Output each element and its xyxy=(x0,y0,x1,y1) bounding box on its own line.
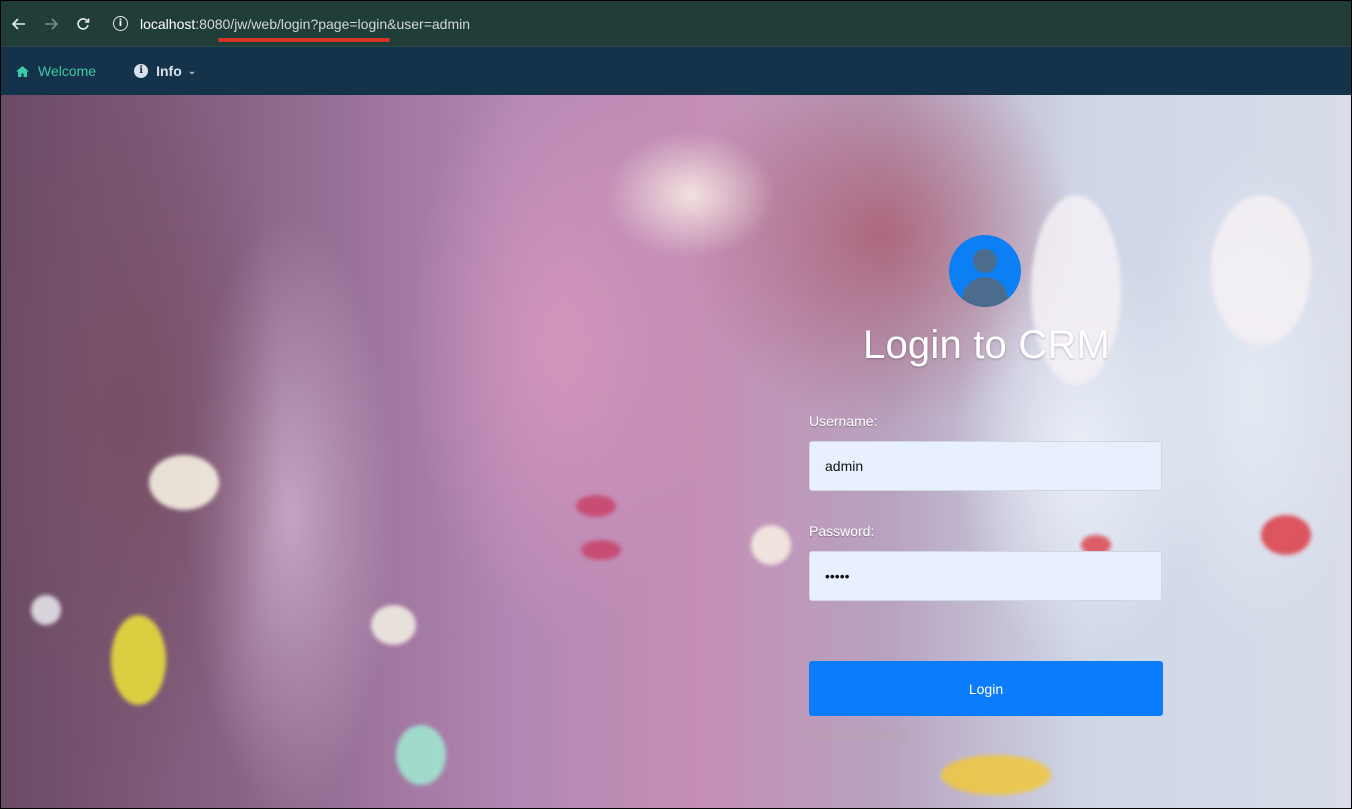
login-title: Login to CRM xyxy=(863,323,1110,367)
bokeh-light xyxy=(396,725,446,785)
site-info-icon[interactable]: i xyxy=(113,16,128,31)
url-host: localhost xyxy=(140,15,196,32)
bokeh-light xyxy=(111,615,166,705)
nav-welcome-label: Welcome xyxy=(38,63,97,79)
bokeh-light xyxy=(581,540,621,560)
reload-button[interactable] xyxy=(69,10,97,38)
address-bar[interactable]: i localhost:8080/jw/web/login?page=login… xyxy=(107,9,482,39)
avatar-head xyxy=(973,249,997,273)
bokeh-light xyxy=(576,495,616,517)
url-rest: :8080/jw/web/login?page=login&user=admin xyxy=(195,15,471,32)
forgot-password-link[interactable]: Forgot Password xyxy=(809,725,907,740)
background-image: Login to CRM Username: Password: Login F… xyxy=(1,95,1351,808)
forward-button[interactable] xyxy=(37,10,65,38)
browser-toolbar: i localhost:8080/jw/web/login?page=login… xyxy=(1,1,1351,47)
home-icon xyxy=(16,65,29,77)
username-label: Username: xyxy=(809,413,878,429)
bokeh-light xyxy=(371,605,416,645)
url-highlight-underline xyxy=(218,38,390,42)
bokeh-light xyxy=(1211,195,1311,345)
password-label: Password: xyxy=(809,523,875,539)
bokeh-light xyxy=(751,525,791,565)
arrow-left-icon xyxy=(12,17,25,30)
nav-info-label: Info xyxy=(156,63,182,79)
bokeh-light xyxy=(31,595,61,625)
chevron-down-icon: ⌄ xyxy=(187,65,197,77)
url-text: localhost:8080/jw/web/login?page=login&u… xyxy=(140,16,470,32)
bokeh-light xyxy=(941,755,1051,795)
reload-icon xyxy=(77,17,90,30)
username-input[interactable] xyxy=(809,441,1162,491)
screenshot-frame: i localhost:8080/jw/web/login?page=login… xyxy=(0,0,1352,809)
nav-info-dropdown[interactable]: i Info ⌄ xyxy=(134,63,196,79)
back-button[interactable] xyxy=(5,10,33,38)
nav-welcome[interactable]: Welcome xyxy=(15,63,96,79)
user-avatar-icon xyxy=(949,235,1021,307)
login-button[interactable]: Login xyxy=(809,661,1163,716)
password-input[interactable] xyxy=(809,551,1162,601)
bokeh-light xyxy=(149,455,219,510)
app-navbar: Welcome i Info ⌄ xyxy=(1,47,1351,95)
bokeh-light xyxy=(1261,515,1311,555)
avatar-body xyxy=(962,277,1008,307)
info-icon: i xyxy=(134,64,149,78)
arrow-right-icon xyxy=(45,17,58,30)
